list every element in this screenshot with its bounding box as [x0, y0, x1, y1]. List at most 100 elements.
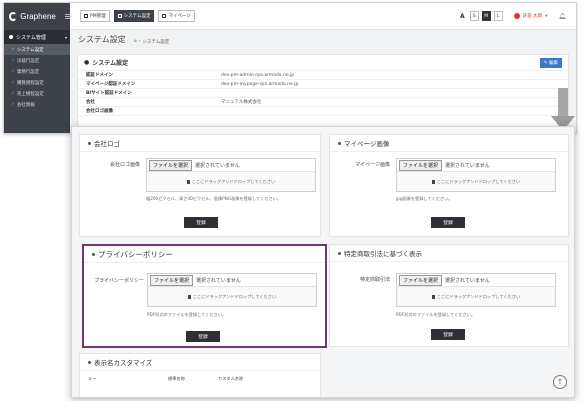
- mypage-image-panel: マイページ画像 マイページ画像 ファイルを選択 選択されていません ここにドラッ…: [329, 134, 569, 237]
- drop-zone[interactable]: ここにドラッグアンドドロップしてください: [397, 172, 555, 191]
- arrow-up-icon[interactable]: ↑: [553, 375, 567, 389]
- field-label: 会社ロゴ画像: [109, 162, 140, 168]
- bell-icon[interactable]: 🔔︎: [558, 13, 566, 20]
- field-label: プライバシーポリシー: [94, 278, 144, 284]
- table-row: 会社ロゴ画像: [78, 107, 568, 116]
- font-size-label: A: [460, 12, 465, 20]
- sidebar-item-sales[interactable]: › 売上規程設定: [4, 88, 70, 99]
- choose-file-button[interactable]: ファイルを選択: [149, 159, 193, 171]
- tab-pm-management[interactable]: PM管理: [80, 10, 110, 22]
- choose-file-button[interactable]: ファイルを選択: [150, 274, 194, 286]
- sidebar-item-label: 決裁行設定: [16, 58, 40, 64]
- register-button[interactable]: 登録: [431, 217, 465, 228]
- sidebar-item-purchase[interactable]: › 購買規程設定: [4, 77, 70, 88]
- tab-system-settings[interactable]: システム設定: [113, 10, 155, 22]
- avatar-icon: [513, 13, 520, 19]
- choose-file-button[interactable]: ファイルを選択: [399, 274, 443, 286]
- sidebar-section-system[interactable]: システム管理 ▾: [4, 30, 70, 44]
- page-title: システム設定: [78, 35, 126, 44]
- sidebar-item-label: 会社情報: [16, 102, 35, 108]
- user-icon: [162, 14, 167, 18]
- tokushoho-panel: 特定商取引法に基づく表示 特定商取引法 ファイルを選択 選択されていません ここ…: [329, 244, 569, 347]
- row-value: dev-pm-mypage-rpa.armada.ne.jp: [221, 81, 299, 87]
- bullet-icon: [88, 360, 91, 364]
- zoomed-settings-view: 会社ロゴ 会社ロゴ画像 ファイルを選択 選択されていません ここにドラッグアンド…: [71, 126, 575, 398]
- top-right-controls: A S M L 許容 太郎 ▾ 🔔︎: [460, 11, 576, 21]
- home-icon[interactable]: ⌂: [134, 39, 137, 44]
- row-key: BIサイト認証ドメイン: [86, 91, 132, 96]
- sidebar-item-approval[interactable]: › 決裁行設定: [4, 55, 70, 66]
- chevron-right-icon: ›: [12, 58, 14, 63]
- bullet-icon: ●: [84, 59, 90, 66]
- tab-mypage[interactable]: マイページ: [158, 10, 195, 22]
- file-icon: [186, 179, 190, 184]
- drop-hint: ここにドラッグアンドドロップしてください: [192, 293, 277, 299]
- drop-zone[interactable]: ここにドラッグアンドドロップしてください: [147, 172, 315, 191]
- table-row: 会社 マニュアル株式会社: [78, 98, 568, 107]
- field-label: マイページ画像: [355, 162, 390, 168]
- privacy-policy-file-input[interactable]: ファイルを選択 選択されていません ここにドラッグアンドドロップしてください: [147, 273, 317, 307]
- font-size-large-button[interactable]: L: [493, 11, 503, 21]
- sidebar-item-label: システム設定: [16, 47, 44, 53]
- panel-title: 会社ロゴ: [94, 140, 120, 148]
- app-logo[interactable]: Graphene: [4, 3, 72, 30]
- chevron-right-icon: ›: [12, 80, 14, 85]
- register-button[interactable]: 登録: [184, 217, 218, 228]
- panel-title: マイページ画像: [344, 140, 390, 148]
- bullet-icon: [92, 252, 95, 256]
- font-size-small-button[interactable]: S: [469, 11, 479, 21]
- drop-hint: ここにドラッグアンドドロップしてください: [436, 178, 521, 184]
- drop-zone[interactable]: ここにドラッグアンドドロップしてください: [148, 287, 316, 306]
- settings-card: ● システム設定 ✎ 編集 認証ドメイン dev-pm-admin-rpa.ar…: [77, 54, 569, 133]
- row-key: 会社: [86, 100, 95, 105]
- gear-icon: [9, 35, 13, 39]
- breadcrumb-item: システム設定: [142, 39, 170, 45]
- drop-zone[interactable]: ここにドラッグアンドドロップしてください: [397, 287, 555, 306]
- font-size-medium-button[interactable]: M: [481, 11, 491, 21]
- app-name: Graphene: [20, 12, 56, 21]
- gear-icon: [117, 14, 122, 18]
- breadcrumb-separator: ›: [138, 39, 141, 44]
- row-key: 会社ロゴ画像: [86, 109, 113, 114]
- drop-hint: ここにドラッグアンドドロップしてください: [436, 293, 521, 299]
- panel-title: 特定商取引法に基づく表示: [344, 250, 422, 258]
- display-name-customize-panel: 表示名カスタマイズ キー 標準名称 カスタム名称: [79, 353, 321, 397]
- no-file-text: 選択されていません: [196, 277, 241, 284]
- user-menu[interactable]: 許容 太郎 ▾: [513, 13, 548, 19]
- bullet-icon: [338, 251, 341, 255]
- sidebar-item-system-settings[interactable]: › システム設定: [4, 44, 70, 55]
- tab-label: マイページ: [168, 14, 191, 19]
- bullet-icon: [338, 141, 341, 145]
- main-content: システム設定 ⌂ › システム設定 ● システム設定 ✎ 編集 認証ドメイン d…: [70, 30, 576, 133]
- table-row: マイページ認証ドメイン dev-pm-mypage-rpa.armada.ne.…: [78, 80, 568, 89]
- sidebar-item-label: 売上規程設定: [16, 91, 44, 97]
- edit-button[interactable]: ✎ 編集: [539, 57, 562, 68]
- no-file-text: 選択されていません: [445, 162, 490, 169]
- company-logo-file-input[interactable]: ファイルを選択 選択されていません ここにドラッグアンドドロップしてください: [146, 158, 316, 192]
- grid-icon: [84, 14, 88, 18]
- logo-icon: [9, 12, 18, 21]
- tab-label: PM管理: [90, 14, 106, 19]
- row-key: マイページ認証ドメイン: [86, 82, 136, 87]
- chevron-right-icon: ›: [12, 47, 14, 52]
- file-icon: [187, 294, 191, 299]
- sidebar-item-business[interactable]: › 業務行設定: [4, 66, 70, 77]
- tab-label: システム設定: [123, 14, 151, 19]
- column-header: キー: [88, 376, 97, 381]
- file-icon: [431, 294, 435, 299]
- choose-file-button[interactable]: ファイルを選択: [399, 159, 443, 171]
- register-button[interactable]: 登録: [186, 331, 220, 342]
- chevron-right-icon: ›: [12, 69, 14, 74]
- register-button[interactable]: 登録: [431, 329, 465, 340]
- mypage-image-file-input[interactable]: ファイルを選択 選択されていません ここにドラッグアンドドロップしてください: [396, 158, 556, 192]
- row-value: dev-pm-admin-rpa.armada.ne.jp: [221, 72, 295, 78]
- sidebar-item-company[interactable]: › 会社情報: [4, 99, 70, 110]
- tokushoho-file-input[interactable]: ファイルを選択 選択されていません ここにドラッグアンドドロップしてください: [396, 273, 556, 307]
- panel-title: プライバシーポリシー: [98, 249, 173, 259]
- breadcrumb: ⌂ › システム設定: [134, 39, 170, 45]
- chevron-down-icon: ▾: [545, 13, 548, 19]
- field-label: 特定商取引法: [359, 277, 390, 283]
- bullet-icon: [88, 141, 91, 145]
- chevron-down-icon: ▾: [64, 34, 67, 40]
- panel-title: 表示名カスタマイズ: [94, 359, 153, 367]
